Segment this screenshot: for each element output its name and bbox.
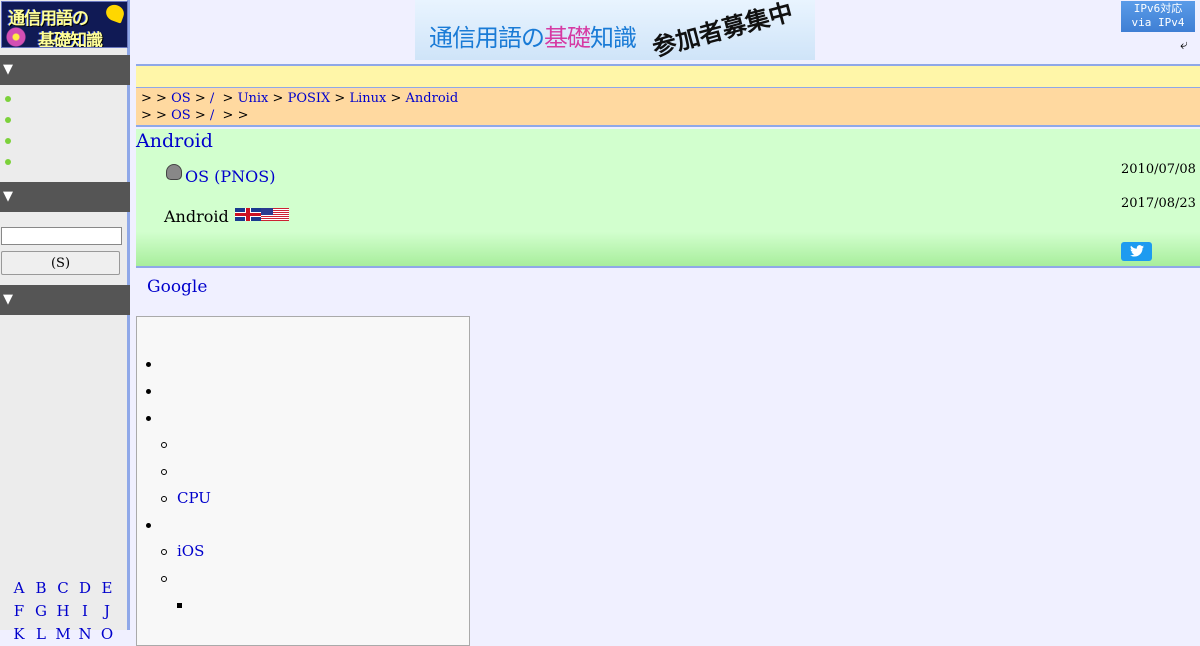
alpha-link[interactable]: C: [52, 577, 74, 600]
toc-bullet: [146, 523, 151, 528]
alphabet-row: ABCDE: [8, 577, 126, 600]
banner-text: 基礎: [544, 24, 591, 52]
toc-bullet: [146, 389, 151, 394]
breadcrumb-sep: >: [141, 108, 152, 123]
banner-title: 通信用語の基礎知識: [429, 18, 637, 53]
uk-flag-icon: [235, 208, 261, 221]
alphabet-row: FGHIJ: [8, 600, 126, 623]
ginkgo-leaf-icon: [103, 2, 127, 24]
logo-line2: 基礎知識: [38, 31, 103, 48]
twitter-share-button[interactable]: [1121, 242, 1152, 261]
category-date: 2010/07/08: [1121, 162, 1196, 177]
alpha-link[interactable]: N: [74, 623, 96, 646]
term-date: 2017/08/23: [1121, 196, 1196, 211]
site-logo[interactable]: 通信用語の 基礎知識: [1, 1, 128, 48]
bullet-icon: [5, 159, 11, 165]
breadcrumb-sep: >: [390, 91, 402, 106]
breadcrumb-sep: >: [194, 108, 206, 123]
breadcrumb-link-android[interactable]: Android: [406, 91, 459, 106]
breadcrumb-link-slash[interactable]: /: [210, 91, 214, 106]
bullet-icon: [5, 96, 11, 102]
notice-band: [136, 64, 1200, 88]
alpha-link[interactable]: B: [30, 577, 52, 600]
alpha-link[interactable]: K: [8, 623, 30, 646]
breadcrumb-row: > > OS > / > >: [141, 107, 1200, 124]
alpha-link[interactable]: E: [96, 577, 118, 600]
alphabet-row: KLMNO: [8, 623, 126, 646]
search-button[interactable]: (S): [1, 251, 120, 275]
us-flag-icon: [261, 208, 289, 221]
alpha-link[interactable]: H: [52, 600, 74, 623]
breadcrumb-sep: >: [222, 91, 234, 106]
return-arrow-icon[interactable]: ⤶: [1180, 37, 1196, 53]
breadcrumb-sep: >: [237, 108, 249, 123]
toc-item-ios[interactable]: iOS: [177, 542, 204, 560]
breadcrumb-link-slash[interactable]: /: [210, 108, 214, 123]
alpha-link[interactable]: G: [30, 600, 52, 623]
twitter-bird-icon: [1129, 245, 1144, 257]
sidebar-section-toggle-1[interactable]: ▼: [0, 55, 130, 85]
ipv6-line2: via IPv4: [1131, 16, 1185, 29]
toc-bullet: [161, 469, 167, 475]
toc-bullet: [146, 416, 151, 421]
breadcrumb-row: > > OS > / > Unix > POSIX > Linux > Andr…: [141, 90, 1200, 107]
toc-bullet: [146, 362, 151, 367]
alpha-link[interactable]: I: [74, 600, 96, 623]
toc-bullet: [177, 603, 182, 608]
bullet-icon: [5, 117, 11, 123]
recruitment-banner[interactable]: 通信用語の基礎知識 参加者募集中: [415, 0, 815, 60]
flower-icon: [5, 27, 27, 47]
banner-text: 知識: [590, 24, 637, 52]
toc-bullet: [161, 442, 167, 448]
breadcrumb-sep: >: [334, 91, 346, 106]
bullet-icon: [5, 138, 11, 144]
term-name: Android: [164, 207, 229, 226]
breadcrumb-link-os[interactable]: OS: [171, 108, 191, 123]
alpha-link[interactable]: J: [96, 600, 118, 623]
toc-bullet: [161, 549, 167, 555]
banner-slogan: 参加者募集中: [649, 0, 796, 60]
page-title: Android: [136, 130, 213, 152]
banner-text: 通信: [429, 24, 476, 52]
banner-text: 用語の: [475, 24, 545, 52]
breadcrumb-sep: >: [156, 91, 167, 106]
alpha-link[interactable]: L: [30, 623, 52, 646]
toc-bullet: [161, 496, 167, 502]
breadcrumb-sep: >: [222, 108, 234, 123]
ipv6-badge[interactable]: IPv6対応 via IPv4: [1121, 1, 1195, 32]
alpha-link[interactable]: A: [8, 577, 30, 600]
toc-bullet: [161, 576, 167, 582]
category-link[interactable]: OS (PNOS): [185, 167, 276, 186]
breadcrumb-link-posix[interactable]: POSIX: [288, 91, 331, 106]
breadcrumb-link-linux[interactable]: Linux: [349, 91, 386, 106]
alpha-link[interactable]: F: [8, 600, 30, 623]
breadcrumb-sep: >: [272, 91, 284, 106]
sidebar-section-toggle-3[interactable]: ▼: [0, 285, 130, 315]
breadcrumb-sep: >: [194, 91, 206, 106]
wrench-icon: [166, 164, 182, 180]
entry-header: Android OS (PNOS) 2010/07/08 Android 201…: [136, 129, 1200, 268]
alphabet-index: ABCDE FGHIJ KLMNO: [8, 577, 126, 646]
sidebar-section-toggle-2[interactable]: ▼: [0, 182, 130, 212]
ipv6-line1: IPv6対応: [1133, 2, 1183, 15]
alpha-link[interactable]: D: [74, 577, 96, 600]
alpha-link[interactable]: M: [52, 623, 74, 646]
breadcrumb-link-os[interactable]: OS: [171, 91, 191, 106]
search-input[interactable]: [1, 227, 122, 245]
breadcrumb-sep: >: [141, 91, 152, 106]
breadcrumb-link-unix[interactable]: Unix: [238, 91, 269, 106]
breadcrumb-sep: >: [156, 108, 167, 123]
toc-item-cpu[interactable]: CPU: [177, 489, 211, 507]
google-link[interactable]: Google: [147, 277, 207, 297]
alpha-link[interactable]: O: [96, 623, 118, 646]
breadcrumb: > > OS > / > Unix > POSIX > Linux > Andr…: [136, 87, 1200, 127]
table-of-contents: CPU iOS: [136, 316, 470, 646]
sidebar: 通信用語の 基礎知識 ▼ ▼ (S) ▼ ABCDE FGHIJ KLMNO: [0, 0, 130, 643]
